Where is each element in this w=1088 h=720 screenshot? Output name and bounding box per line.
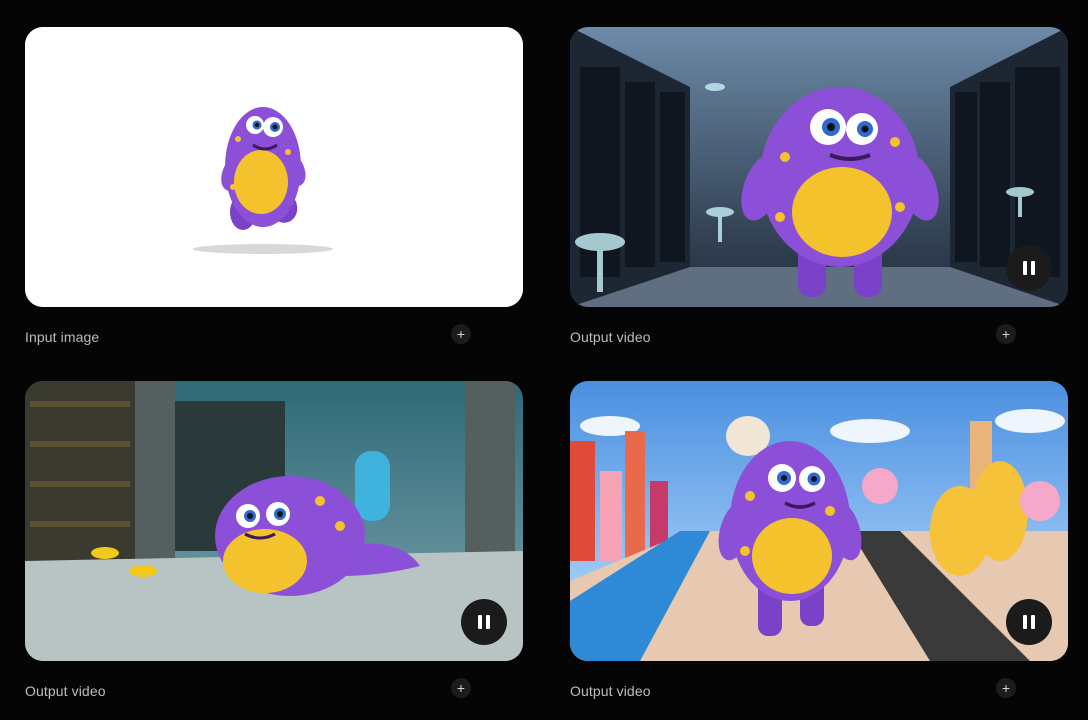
output-video[interactable]: [570, 381, 1068, 661]
output-video-card: Output video +: [570, 381, 1068, 699]
pause-icon: [478, 615, 482, 629]
caption-row: Output video +: [570, 678, 1016, 704]
candy-city-scene: [570, 381, 1068, 661]
input-image: [25, 27, 523, 307]
caption-row: Output video +: [570, 324, 1016, 350]
pause-icon: [1023, 261, 1027, 275]
pause-icon: [1023, 615, 1027, 629]
pause-button[interactable]: [1006, 599, 1052, 645]
output-video[interactable]: [570, 27, 1068, 307]
card-caption: Output video: [25, 683, 106, 699]
caption-row: Input image +: [25, 324, 471, 350]
plus-icon[interactable]: +: [451, 678, 471, 698]
output-video[interactable]: [25, 381, 523, 661]
server-room-scene: [570, 27, 1068, 307]
plus-icon[interactable]: +: [996, 324, 1016, 344]
pause-button[interactable]: [461, 599, 507, 645]
input-image-card: Input image +: [25, 27, 523, 345]
plus-icon[interactable]: +: [451, 324, 471, 344]
card-caption: Input image: [25, 329, 100, 345]
output-video-card: Output video +: [570, 27, 1068, 345]
card-caption: Output video: [570, 329, 651, 345]
caption-row: Output video +: [25, 678, 471, 704]
pause-button[interactable]: [1006, 245, 1052, 291]
card-caption: Output video: [570, 683, 651, 699]
underwater-library-scene: [25, 381, 523, 661]
output-video-card: Output video +: [25, 381, 523, 699]
input-image-scene: [25, 27, 523, 307]
plus-icon[interactable]: +: [996, 678, 1016, 698]
